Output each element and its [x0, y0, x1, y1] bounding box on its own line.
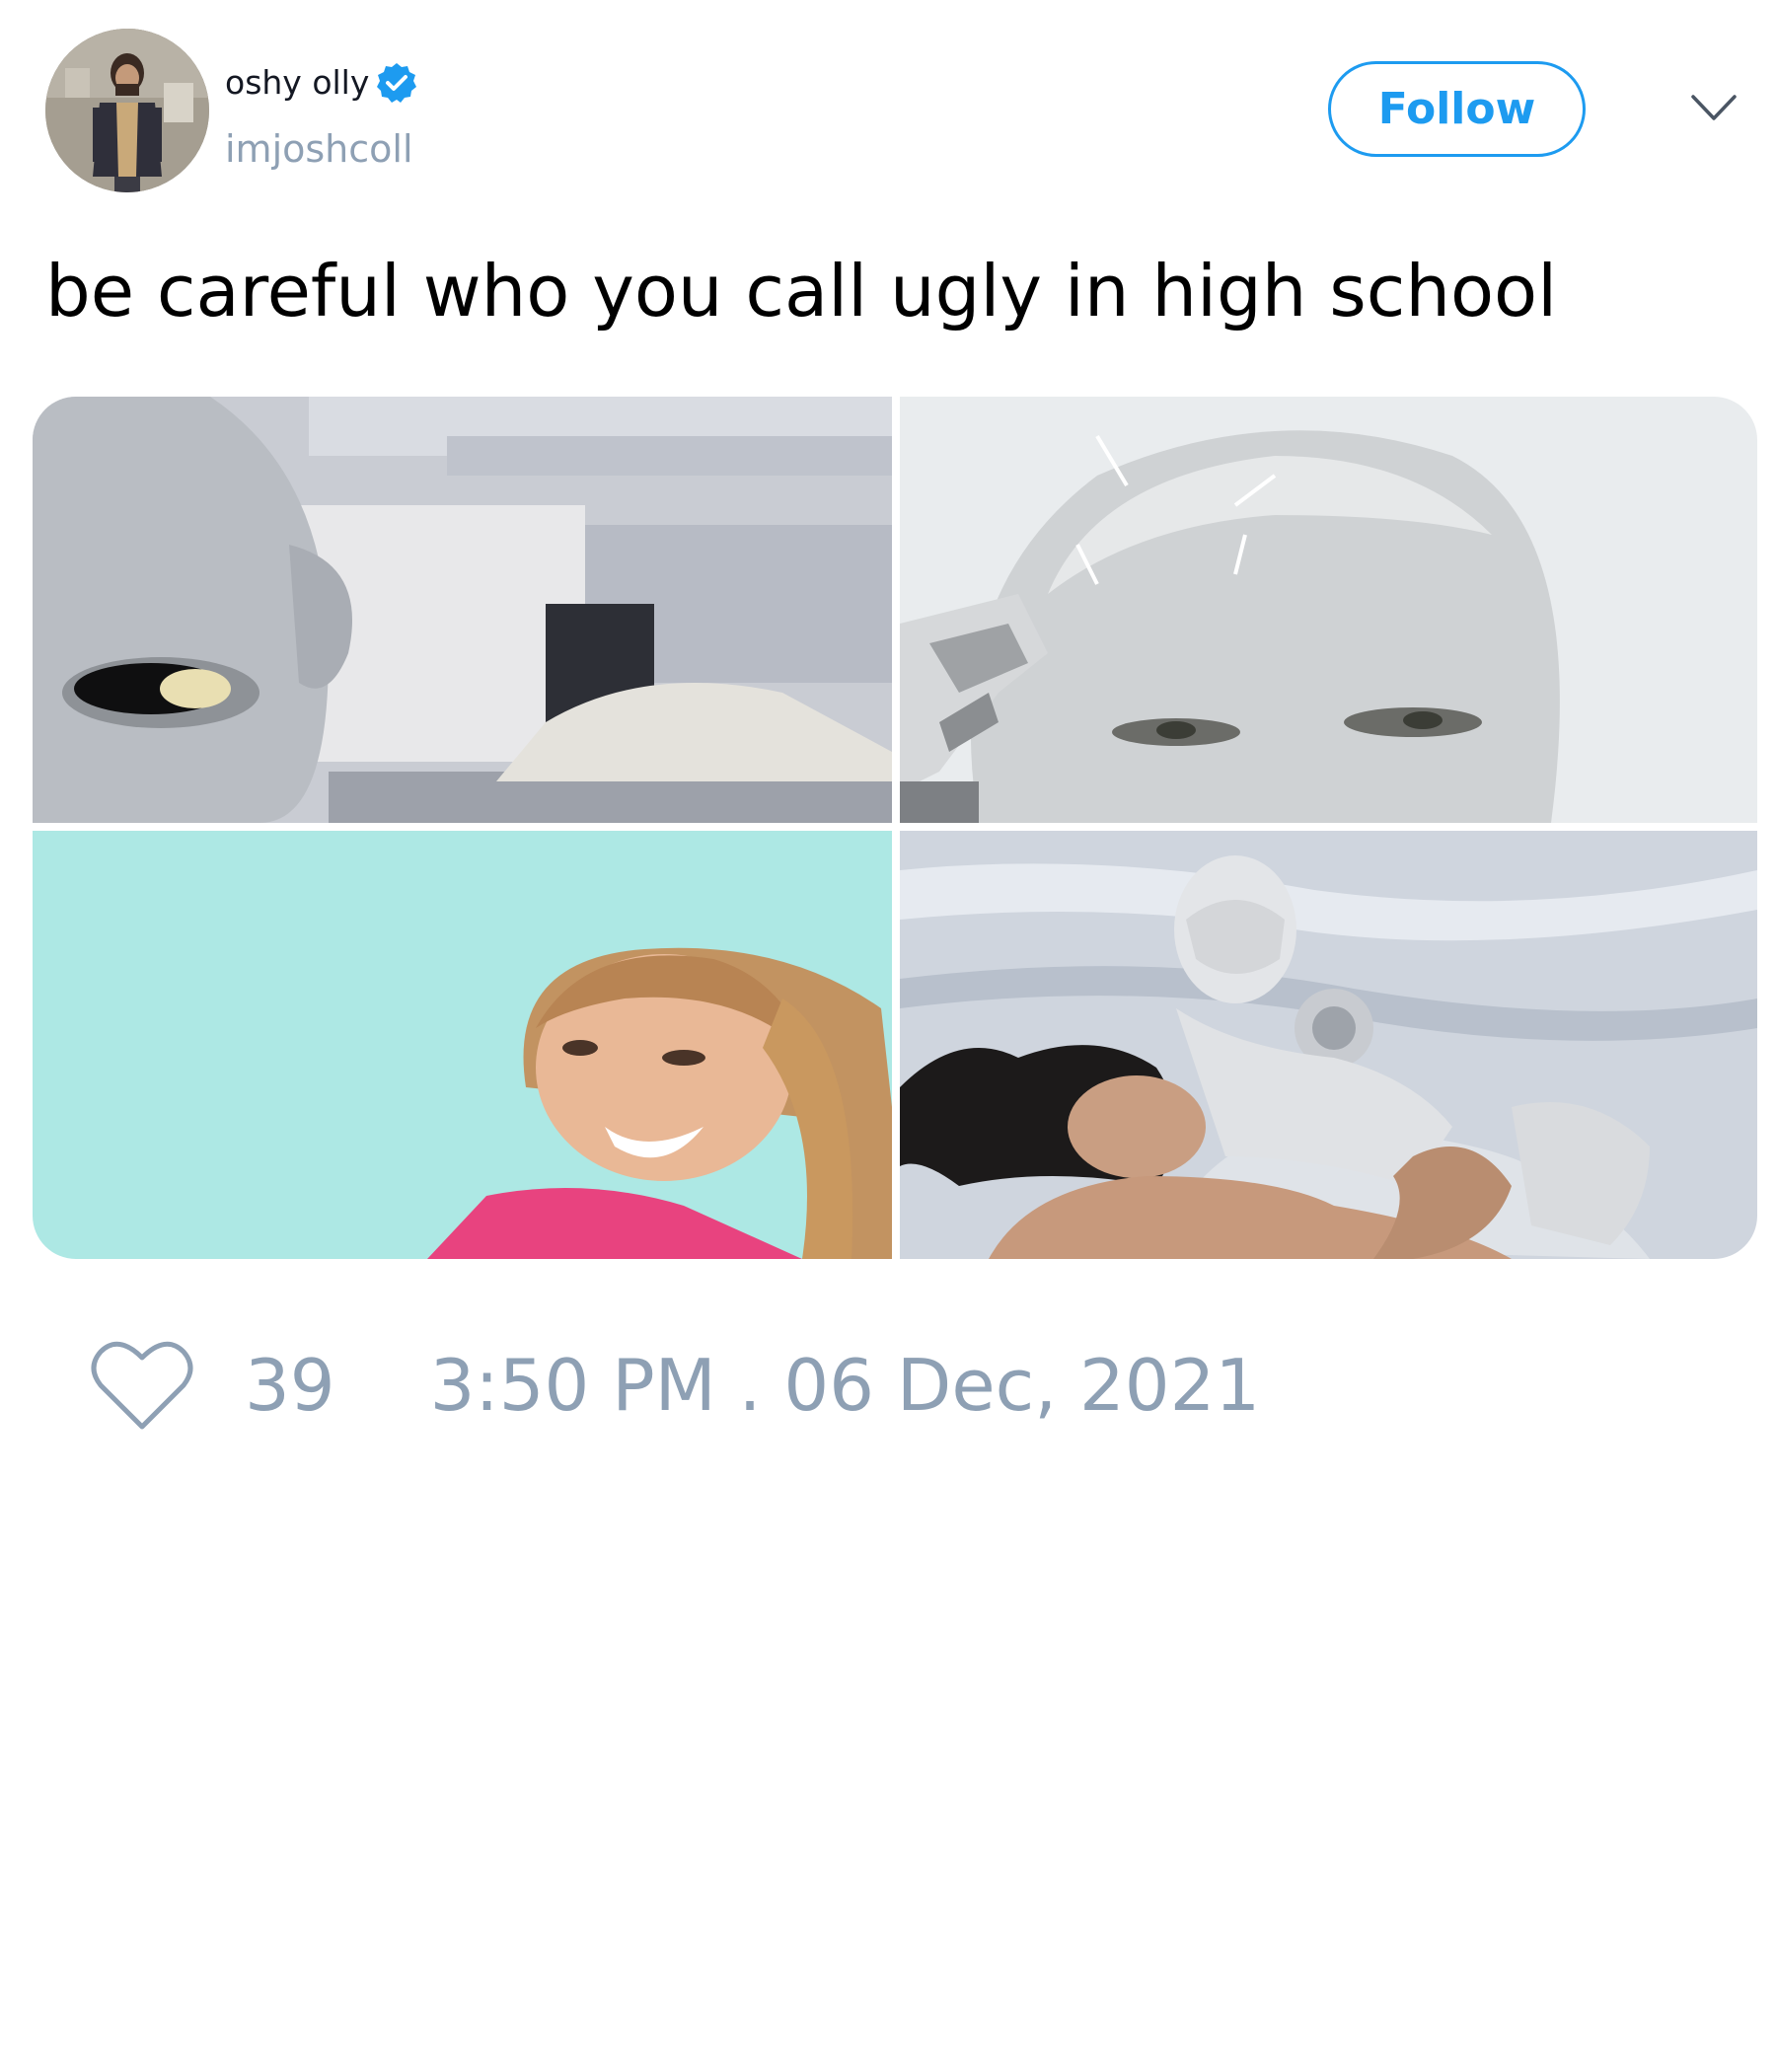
verified-badge-icon — [377, 63, 417, 103]
tweet-footer: 39 3:50 PM . 06 Dec, 2021 — [89, 1336, 1260, 1435]
robot-face-closeup-photo[interactable] — [33, 397, 892, 823]
tweet-timestamp[interactable]: 3:50 PM . 06 Dec, 2021 — [430, 1341, 1261, 1430]
author-avatar[interactable] — [45, 29, 209, 192]
author-name-row: oshy olly — [225, 61, 418, 105]
robot-head-touching-temple-photo[interactable] — [900, 397, 1757, 823]
follow-button[interactable]: Follow — [1328, 61, 1586, 157]
media-grid — [33, 397, 1757, 1259]
tweet-text: be careful who you call ugly in high sch… — [45, 250, 1558, 333]
like-count: 39 — [245, 1344, 335, 1427]
chevron-down-icon[interactable] — [1689, 89, 1739, 128]
heart-icon[interactable] — [89, 1336, 195, 1435]
robot-and-woman-in-bed-photo[interactable] — [900, 831, 1757, 1259]
author-handle[interactable]: imjoshcoll — [225, 125, 413, 173]
author-display-name[interactable]: oshy olly — [225, 63, 369, 103]
laughing-girl-photo[interactable] — [33, 831, 892, 1259]
tweet-card: oshy olly imjoshcoll Follow be careful w… — [0, 0, 1776, 2072]
